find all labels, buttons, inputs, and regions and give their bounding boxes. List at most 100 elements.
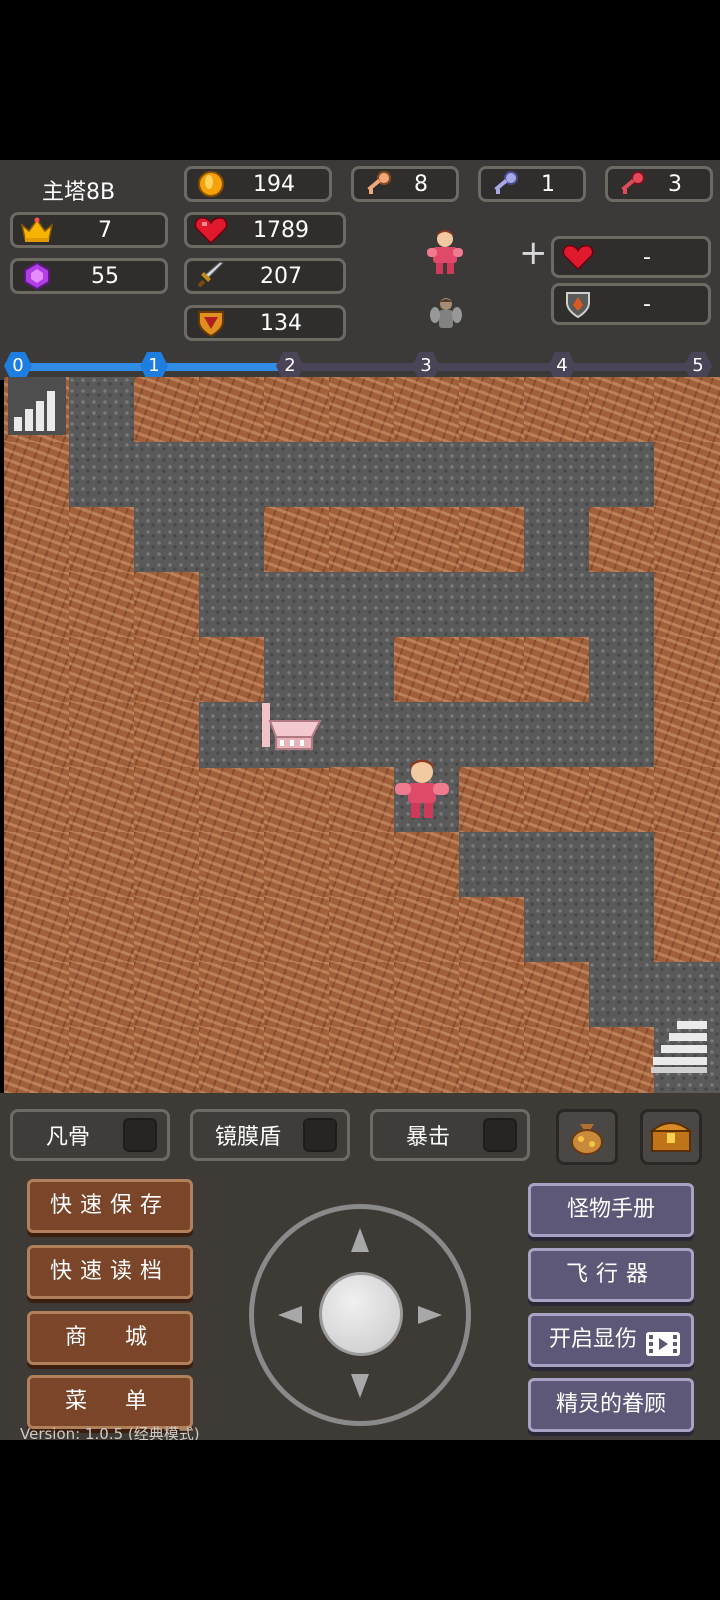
shield-emblem-icon: [558, 289, 598, 319]
joystick-knob[interactable]: [319, 1272, 403, 1356]
status-bar-area: [0, 0, 720, 160]
wall-tile: [264, 1027, 330, 1093]
gold-coin-icon: [191, 169, 231, 199]
wall-tile: [69, 572, 135, 638]
video-icon: [645, 1327, 681, 1375]
stairs-down-icon[interactable]: [647, 1019, 713, 1075]
bonus-def-value: -: [643, 291, 651, 317]
skill-checkbox[interactable]: [483, 1118, 517, 1152]
wall-tile: [134, 637, 200, 703]
chest-button[interactable]: [640, 1109, 702, 1165]
floor-tile: [394, 442, 460, 508]
hero-portrait: [423, 228, 467, 280]
floor-tile: [329, 572, 395, 638]
wall-tile: [459, 377, 525, 443]
wall-tile: [4, 442, 70, 508]
progress-node[interactable]: 2: [276, 352, 304, 380]
red-key-count: 3: [668, 171, 682, 197]
show-damage-button[interactable]: 开启显伤: [528, 1313, 694, 1367]
wall-tile: [4, 572, 70, 638]
skill-toggle-mirror-shield[interactable]: 镜膜盾: [190, 1109, 350, 1161]
skill-checkbox[interactable]: [123, 1118, 157, 1152]
skill-label: 凡骨: [45, 1125, 90, 1150]
floor-tile: [134, 507, 200, 573]
progress-track-active: [154, 363, 290, 371]
yellow-key-count: 8: [414, 171, 428, 197]
floor-tile: [524, 897, 590, 963]
arrow-down-icon[interactable]: [351, 1374, 369, 1398]
game-map[interactable]: [4, 377, 720, 1093]
progress-node[interactable]: 0: [4, 352, 32, 380]
wall-tile: [264, 962, 330, 1028]
yellow-key-stat: 8: [351, 166, 459, 202]
skill-label: 镜膜盾: [214, 1125, 281, 1150]
wall-tile: [4, 702, 70, 768]
red-key-stat: 3: [605, 166, 713, 202]
fly-button[interactable]: 飞行器: [528, 1248, 694, 1302]
navigation-bar-area: [0, 1440, 720, 1600]
gold-value: 194: [253, 171, 295, 197]
wall-tile: [524, 637, 590, 703]
monster-manual-button[interactable]: 怪物手册: [528, 1183, 694, 1237]
plus-sign: +: [519, 233, 548, 273]
wall-tile: [69, 767, 135, 833]
shop-button[interactable]: 商 城: [27, 1311, 193, 1365]
wall-tile: [4, 1027, 70, 1093]
wall-tile: [329, 377, 395, 443]
floor-tile: [69, 377, 135, 443]
wall-tile: [264, 767, 330, 833]
fairy-blessing-button[interactable]: 精灵的眷顾: [528, 1378, 694, 1432]
arrow-right-icon[interactable]: [418, 1306, 442, 1324]
wall-tile: [69, 962, 135, 1028]
wall-tile: [459, 637, 525, 703]
wall-tile: [134, 962, 200, 1028]
wall-tile: [654, 377, 720, 443]
floor-tile: [589, 637, 655, 703]
quick-save-button[interactable]: 快速保存: [27, 1179, 193, 1233]
hp-stat: 1789: [184, 212, 346, 248]
quick-load-button[interactable]: 快速读档: [27, 1245, 193, 1299]
progress-node[interactable]: 1: [140, 352, 168, 380]
wall-tile: [329, 507, 395, 573]
progress-node[interactable]: 5: [684, 352, 712, 380]
level-value: 7: [98, 217, 112, 243]
bag-button[interactable]: [556, 1109, 618, 1165]
treasure-chest-icon: [649, 1115, 693, 1159]
wall-tile: [69, 1027, 135, 1093]
wall-tile: [69, 637, 135, 703]
attack-stat: 207: [184, 258, 346, 294]
floor-tile: [134, 442, 200, 508]
skill-checkbox[interactable]: [303, 1118, 337, 1152]
floor-tile: [524, 832, 590, 898]
wall-tile: [134, 377, 200, 443]
wall-tile: [459, 897, 525, 963]
upgrade-altar-sprite[interactable]: [262, 693, 328, 759]
wall-tile: [394, 832, 460, 898]
floor-tile: [264, 442, 330, 508]
progress-node[interactable]: 3: [412, 352, 440, 380]
hero-sprite[interactable]: [389, 754, 455, 820]
floor-tile: [589, 897, 655, 963]
wall-tile: [459, 507, 525, 573]
arrow-up-icon[interactable]: [351, 1228, 369, 1252]
skill-toggle-fangu[interactable]: 凡骨: [10, 1109, 170, 1161]
fairy-portrait: [430, 295, 462, 339]
wall-tile: [264, 832, 330, 898]
skill-toggle-critical[interactable]: 暴击: [370, 1109, 530, 1161]
wall-tile: [134, 832, 200, 898]
wall-tile: [524, 1027, 590, 1093]
wall-tile: [199, 377, 265, 443]
wall-tile: [654, 507, 720, 573]
floor-tile: [524, 572, 590, 638]
defense-stat: 134: [184, 305, 346, 341]
floor-tile: [589, 702, 655, 768]
wall-tile: [4, 962, 70, 1028]
wall-tile: [654, 767, 720, 833]
bonus-hp-value: -: [643, 244, 651, 270]
arrow-left-icon[interactable]: [278, 1306, 302, 1324]
progress-node[interactable]: 4: [548, 352, 576, 380]
stairs-up-icon[interactable]: [8, 377, 66, 435]
menu-button[interactable]: 菜 单: [27, 1375, 193, 1429]
skill-label: 暴击: [405, 1125, 450, 1150]
floor-tile: [524, 702, 590, 768]
